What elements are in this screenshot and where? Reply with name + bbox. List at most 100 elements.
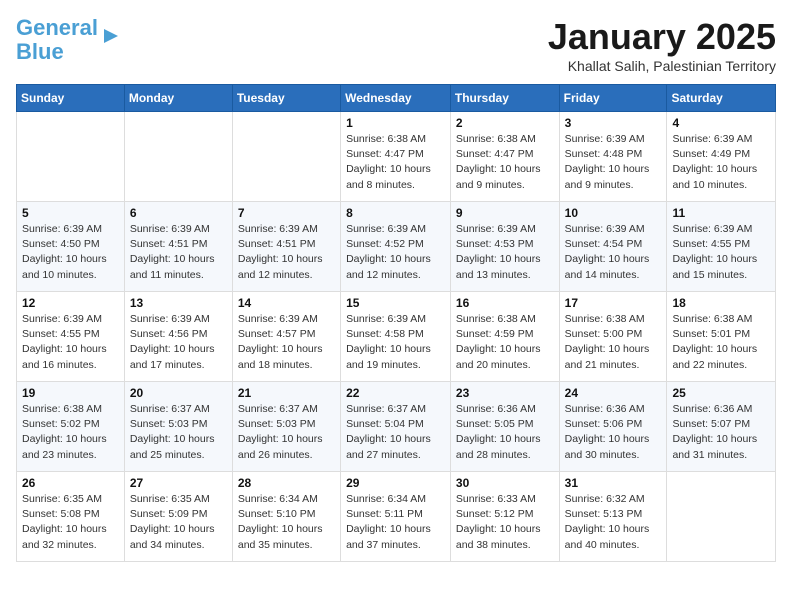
day-detail: Sunrise: 6:38 AM Sunset: 5:00 PM Dayligh… — [565, 312, 662, 373]
day-cell: 23Sunrise: 6:36 AM Sunset: 5:05 PM Dayli… — [450, 382, 559, 472]
day-cell: 27 Sunrise: 6:35 AM Sunset: 5:09 PM Dayli… — [124, 472, 232, 562]
day-cell: 4Sunrise: 6:39 AM Sunset: 4:49 PM Daylig… — [667, 112, 776, 202]
weekday-header-sunday: Sunday — [17, 85, 125, 112]
day-number: 25 — [672, 386, 770, 400]
day-cell: 11 Sunrise: 6:39 AM Sunset: 4:55 PM Dayli… — [667, 202, 776, 292]
day-number: 17 — [565, 296, 662, 310]
day-number: 18 — [672, 296, 770, 310]
day-number: 27 — [130, 476, 227, 490]
week-row-4: 19Sunrise: 6:38 AM Sunset: 5:02 PM Dayli… — [17, 382, 776, 472]
day-cell: 7Sunrise: 6:39 AM Sunset: 4:51 PM Daylig… — [232, 202, 340, 292]
day-detail: Sunrise: 6:39 AM Sunset: 4:52 PM Dayligh… — [346, 222, 445, 283]
day-detail: Sunrise: 6:34 AM Sunset: 5:10 PM Dayligh… — [238, 492, 335, 553]
day-detail: Sunrise: 6:39 AM Sunset: 4:58 PM Dayligh… — [346, 312, 445, 373]
day-detail: Sunrise: 6:32 AM Sunset: 5:13 PM Dayligh… — [565, 492, 662, 553]
day-detail: Sunrise: 6:33 AM Sunset: 5:12 PM Dayligh… — [456, 492, 554, 553]
day-cell: 10Sunrise: 6:39 AM Sunset: 4:54 PM Dayli… — [559, 202, 667, 292]
day-cell: 2 Sunrise: 6:38 AM Sunset: 4:47 PM Daylig… — [450, 112, 559, 202]
week-row-1: 1 Sunrise: 6:38 AM Sunset: 4:47 PM Daylig… — [17, 112, 776, 202]
day-number: 19 — [22, 386, 119, 400]
day-number: 28 — [238, 476, 335, 490]
day-number: 31 — [565, 476, 662, 490]
day-detail: Sunrise: 6:36 AM Sunset: 5:06 PM Dayligh… — [565, 402, 662, 463]
day-number: 12 — [22, 296, 119, 310]
day-detail: Sunrise: 6:39 AM Sunset: 4:56 PM Dayligh… — [130, 312, 227, 373]
week-row-3: 12 Sunrise: 6:39 AM Sunset: 4:55 PM Dayli… — [17, 292, 776, 382]
week-row-5: 26 Sunrise: 6:35 AM Sunset: 5:08 PM Dayli… — [17, 472, 776, 562]
logo: GeneralBlue — [16, 16, 122, 64]
day-number: 16 — [456, 296, 554, 310]
day-detail: Sunrise: 6:39 AM Sunset: 4:55 PM Dayligh… — [672, 222, 770, 283]
day-number: 15 — [346, 296, 445, 310]
month-title: January 2025 — [548, 16, 776, 58]
day-cell: 12 Sunrise: 6:39 AM Sunset: 4:55 PM Dayli… — [17, 292, 125, 382]
logo-text: GeneralBlue — [16, 16, 98, 64]
day-number: 6 — [130, 206, 227, 220]
day-number: 26 — [22, 476, 119, 490]
day-detail: Sunrise: 6:39 AM Sunset: 4:50 PM Dayligh… — [22, 222, 119, 283]
day-number: 20 — [130, 386, 227, 400]
day-detail: Sunrise: 6:37 AM Sunset: 5:04 PM Dayligh… — [346, 402, 445, 463]
day-cell: 17 Sunrise: 6:38 AM Sunset: 5:00 PM Dayli… — [559, 292, 667, 382]
day-number: 23 — [456, 386, 554, 400]
day-cell: 1Sunrise: 6:38 AM Sunset: 4:47 PM Daylig… — [341, 112, 451, 202]
day-detail: Sunrise: 6:39 AM Sunset: 4:51 PM Dayligh… — [130, 222, 227, 283]
day-number: 30 — [456, 476, 554, 490]
day-cell: 8 Sunrise: 6:39 AM Sunset: 4:52 PM Daylig… — [341, 202, 451, 292]
weekday-header-friday: Friday — [559, 85, 667, 112]
day-detail: Sunrise: 6:38 AM Sunset: 4:59 PM Dayligh… — [456, 312, 554, 373]
day-number: 4 — [672, 116, 770, 130]
day-cell: 28 Sunrise: 6:34 AM Sunset: 5:10 PM Dayli… — [232, 472, 340, 562]
day-number: 2 — [456, 116, 554, 130]
day-cell — [124, 112, 232, 202]
day-cell: 31 Sunrise: 6:32 AM Sunset: 5:13 PM Dayli… — [559, 472, 667, 562]
day-detail: Sunrise: 6:38 AM Sunset: 4:47 PM Dayligh… — [456, 132, 554, 193]
day-detail: Sunrise: 6:38 AM Sunset: 5:01 PM Dayligh… — [672, 312, 770, 373]
day-cell: 19Sunrise: 6:38 AM Sunset: 5:02 PM Dayli… — [17, 382, 125, 472]
day-cell: 15 Sunrise: 6:39 AM Sunset: 4:58 PM Dayli… — [341, 292, 451, 382]
day-cell: 30 Sunrise: 6:33 AM Sunset: 5:12 PM Dayli… — [450, 472, 559, 562]
weekday-header-tuesday: Tuesday — [232, 85, 340, 112]
day-number: 9 — [456, 206, 554, 220]
weekday-header-monday: Monday — [124, 85, 232, 112]
day-cell: 9Sunrise: 6:39 AM Sunset: 4:53 PM Daylig… — [450, 202, 559, 292]
day-cell: 18 Sunrise: 6:38 AM Sunset: 5:01 PM Dayli… — [667, 292, 776, 382]
day-cell: 16 Sunrise: 6:38 AM Sunset: 4:59 PM Dayli… — [450, 292, 559, 382]
weekday-header-row: SundayMondayTuesdayWednesdayThursdayFrid… — [17, 85, 776, 112]
day-detail: Sunrise: 6:37 AM Sunset: 5:03 PM Dayligh… — [238, 402, 335, 463]
day-number: 29 — [346, 476, 445, 490]
day-number: 10 — [565, 206, 662, 220]
weekday-header-saturday: Saturday — [667, 85, 776, 112]
day-cell: 21 Sunrise: 6:37 AM Sunset: 5:03 PM Dayli… — [232, 382, 340, 472]
day-cell: 14Sunrise: 6:39 AM Sunset: 4:57 PM Dayli… — [232, 292, 340, 382]
day-detail: Sunrise: 6:35 AM Sunset: 5:08 PM Dayligh… — [22, 492, 119, 553]
day-number: 3 — [565, 116, 662, 130]
day-detail: Sunrise: 6:39 AM Sunset: 4:55 PM Dayligh… — [22, 312, 119, 373]
week-row-2: 5Sunrise: 6:39 AM Sunset: 4:50 PM Daylig… — [17, 202, 776, 292]
day-cell: 24 Sunrise: 6:36 AM Sunset: 5:06 PM Dayli… — [559, 382, 667, 472]
day-number: 8 — [346, 206, 445, 220]
day-number: 14 — [238, 296, 335, 310]
day-cell: 5Sunrise: 6:39 AM Sunset: 4:50 PM Daylig… — [17, 202, 125, 292]
day-cell: 20Sunrise: 6:37 AM Sunset: 5:03 PM Dayli… — [124, 382, 232, 472]
day-cell: 6 Sunrise: 6:39 AM Sunset: 4:51 PM Daylig… — [124, 202, 232, 292]
day-number: 1 — [346, 116, 445, 130]
day-cell: 22Sunrise: 6:37 AM Sunset: 5:04 PM Dayli… — [341, 382, 451, 472]
weekday-header-thursday: Thursday — [450, 85, 559, 112]
day-detail: Sunrise: 6:36 AM Sunset: 5:07 PM Dayligh… — [672, 402, 770, 463]
day-number: 24 — [565, 386, 662, 400]
day-detail: Sunrise: 6:39 AM Sunset: 4:51 PM Dayligh… — [238, 222, 335, 283]
calendar-table: SundayMondayTuesdayWednesdayThursdayFrid… — [16, 84, 776, 562]
day-cell — [667, 472, 776, 562]
day-cell: 3Sunrise: 6:39 AM Sunset: 4:48 PM Daylig… — [559, 112, 667, 202]
day-cell: 25 Sunrise: 6:36 AM Sunset: 5:07 PM Dayli… — [667, 382, 776, 472]
day-number: 11 — [672, 206, 770, 220]
day-detail: Sunrise: 6:34 AM Sunset: 5:11 PM Dayligh… — [346, 492, 445, 553]
day-cell: 26 Sunrise: 6:35 AM Sunset: 5:08 PM Dayli… — [17, 472, 125, 562]
title-block: January 2025 Khallat Salih, Palestinian … — [548, 16, 776, 74]
weekday-header-wednesday: Wednesday — [341, 85, 451, 112]
day-cell: 13Sunrise: 6:39 AM Sunset: 4:56 PM Dayli… — [124, 292, 232, 382]
day-number: 21 — [238, 386, 335, 400]
day-cell — [232, 112, 340, 202]
day-detail: Sunrise: 6:35 AM Sunset: 5:09 PM Dayligh… — [130, 492, 227, 553]
